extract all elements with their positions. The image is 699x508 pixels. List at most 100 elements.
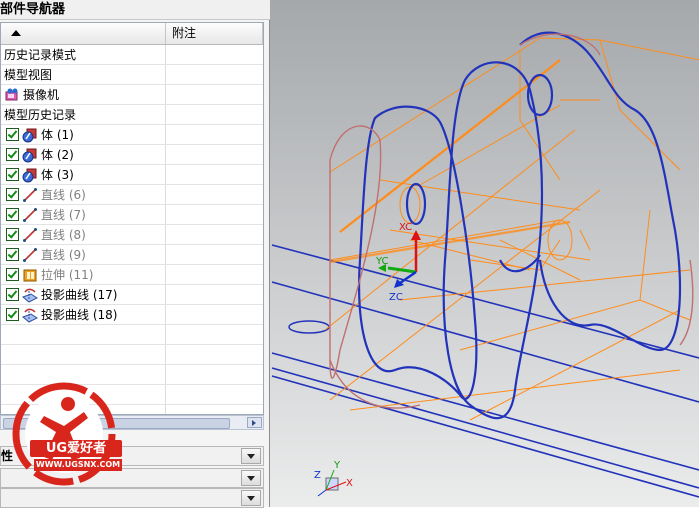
- tree-row-name-cell[interactable]: 直线 (7): [1, 205, 166, 224]
- tree-row-note-cell: [166, 45, 263, 64]
- empty-tree-row: [1, 345, 263, 365]
- navigator-title: 部件导航器: [0, 0, 270, 20]
- navigator-tree[interactable]: 附注 历史记录模式 模型视图摄像机模型历史记录体 (1) 体 (2) 体 (3) 直线 …: [0, 22, 264, 415]
- tree-row[interactable]: 投影曲线 (17): [1, 285, 263, 305]
- tree-row-label: 体 (1): [41, 128, 74, 142]
- tree-row-name-cell[interactable]: 模型历史记录: [1, 105, 166, 124]
- tree-row[interactable]: 模型历史记录: [1, 105, 263, 125]
- tree-row-label: 投影曲线 (17): [41, 288, 118, 302]
- tree-row-note-cell: [166, 225, 263, 244]
- tree-row[interactable]: 直线 (8): [1, 225, 263, 245]
- base-hole: [288, 320, 330, 334]
- tree-row[interactable]: 体 (2): [1, 145, 263, 165]
- yc-label: YC: [375, 256, 389, 267]
- tree-row[interactable]: 历史记录模式: [1, 45, 263, 65]
- body-icon: [22, 127, 38, 143]
- dependencies-expand-button[interactable]: [241, 490, 261, 506]
- tree-row[interactable]: 直线 (7): [1, 205, 263, 225]
- tree-row-name-cell[interactable]: 拉伸 (11): [1, 265, 166, 284]
- visibility-checkbox[interactable]: [6, 248, 19, 261]
- visibility-checkbox[interactable]: [6, 188, 19, 201]
- view-y-label: Y: [333, 460, 341, 471]
- preview-expand-button[interactable]: [241, 470, 261, 486]
- tree-row-note-cell: [166, 245, 263, 264]
- tree-row-note-cell: [166, 65, 263, 84]
- body-icon: [22, 147, 38, 163]
- tree-row-note-cell: [166, 125, 263, 144]
- body-icon: [22, 167, 38, 183]
- scroll-right-button[interactable]: [247, 417, 262, 428]
- tree-row-name-cell[interactable]: 体 (1): [1, 125, 166, 144]
- tree-row-label: 历史记录模式: [4, 48, 77, 62]
- view-triad: [317, 469, 347, 497]
- name-column-header[interactable]: [1, 23, 166, 44]
- view-z-label: Z: [314, 470, 321, 481]
- visibility-checkbox[interactable]: [6, 208, 19, 221]
- visibility-checkbox[interactable]: [6, 308, 19, 321]
- visibility-checkbox[interactable]: [6, 228, 19, 241]
- tree-row[interactable]: 投影曲线 (18): [1, 305, 263, 325]
- tree-row-name-cell[interactable]: 历史记录模式: [1, 45, 166, 64]
- tree-row[interactable]: 拉伸 (11): [1, 265, 263, 285]
- tree-row-name-cell[interactable]: 直线 (8): [1, 225, 166, 244]
- zc-label: ZC: [389, 292, 403, 303]
- camera-icon: [4, 87, 20, 103]
- tree-row[interactable]: 体 (3): [1, 165, 263, 185]
- line-icon: [22, 227, 38, 243]
- hidden-lines: [324, 37, 699, 421]
- ugsnx-logo: [12, 382, 116, 486]
- tree-row-label: 直线 (9): [41, 248, 86, 262]
- tree-row-note-cell: [166, 205, 263, 224]
- visibility-checkbox[interactable]: [6, 168, 19, 181]
- tree-row[interactable]: 模型视图: [1, 65, 263, 85]
- tree-row-note-cell: [166, 285, 263, 304]
- details-expand-button[interactable]: [241, 448, 261, 464]
- line-icon: [22, 247, 38, 263]
- tree-row-label: 摄像机: [23, 88, 60, 102]
- visibility-checkbox[interactable]: [6, 268, 19, 281]
- tree-rows: 历史记录模式 模型视图摄像机模型历史记录体 (1) 体 (2) 体 (3) 直线 (6)…: [1, 45, 263, 414]
- tree-row[interactable]: 直线 (6): [1, 185, 263, 205]
- tree-row-note-cell: [166, 145, 263, 164]
- visibility-checkbox[interactable]: [6, 288, 19, 301]
- visibility-checkbox[interactable]: [6, 148, 19, 161]
- tree-row-label: 模型视图: [4, 68, 53, 82]
- tree-row-label: 体 (3): [41, 168, 74, 182]
- tree-row[interactable]: 体 (1): [1, 125, 263, 145]
- tree-row-label: 直线 (6): [41, 188, 86, 202]
- tree-row-label: 模型历史记录: [4, 108, 77, 122]
- tree-row[interactable]: 摄像机: [1, 85, 263, 105]
- graphics-window[interactable]: XC YC ZC Y X Z: [270, 0, 699, 507]
- tree-row-note-cell: [166, 105, 263, 124]
- solid-edges: [329, 33, 694, 409]
- tree-header: 附注: [1, 23, 263, 45]
- tree-row-note-cell: [166, 305, 263, 324]
- tree-row-name-cell[interactable]: 投影曲线 (17): [1, 285, 166, 304]
- tree-row-name-cell[interactable]: 直线 (6): [1, 185, 166, 204]
- tree-row-note-cell: [166, 265, 263, 284]
- tree-row-label: 投影曲线 (18): [41, 308, 118, 322]
- projected-curve-icon: [22, 307, 38, 323]
- watermark-brand: UG爱好者: [30, 440, 122, 457]
- tree-row-note-cell: [166, 85, 263, 104]
- tree-row-name-cell[interactable]: 摄像机: [1, 85, 166, 104]
- tree-row-note-cell: [166, 185, 263, 204]
- part-navigator-panel: 部件导航器 附注 历史记录模式 模型视图摄像机模型历史记录体 (1) 体 (2) 体 …: [0, 0, 270, 508]
- tree-row-label: 直线 (8): [41, 228, 86, 242]
- empty-tree-row: [1, 325, 263, 345]
- line-icon: [22, 207, 38, 223]
- note-column-header[interactable]: 附注: [166, 23, 263, 44]
- projected-curve-icon: [22, 287, 38, 303]
- tree-row-name-cell[interactable]: 直线 (9): [1, 245, 166, 264]
- tree-row-name-cell[interactable]: 投影曲线 (18): [1, 305, 166, 324]
- tree-row-name-cell[interactable]: 模型视图: [1, 65, 166, 84]
- tree-row-label: 直线 (7): [41, 208, 86, 222]
- visibility-checkbox[interactable]: [6, 128, 19, 141]
- tree-row-name-cell[interactable]: 体 (2): [1, 145, 166, 164]
- sort-ascending-icon: [11, 30, 21, 36]
- tree-row[interactable]: 直线 (9): [1, 245, 263, 265]
- tree-row-name-cell[interactable]: 体 (3): [1, 165, 166, 184]
- tree-row-note-cell: [166, 165, 263, 184]
- tree-row-label: 拉伸 (11): [41, 268, 94, 282]
- xc-label: XC: [399, 222, 412, 233]
